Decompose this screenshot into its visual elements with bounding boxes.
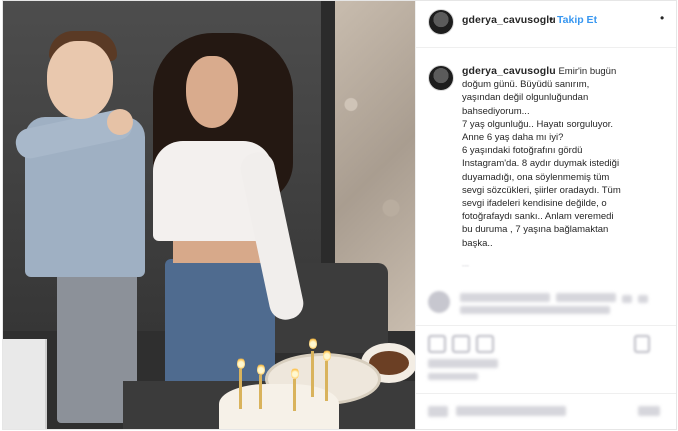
comment-input-divider xyxy=(416,393,676,394)
blurred-post-button[interactable] xyxy=(638,406,660,416)
photo-candle-flame xyxy=(323,349,331,361)
photo-woman-face xyxy=(186,56,238,128)
post-header: gderya_cavusoglu • Takip Et • xyxy=(416,1,676,48)
photo-cake xyxy=(219,384,339,429)
photo-woman-waist xyxy=(173,239,261,263)
photo-candle-flame xyxy=(309,337,317,349)
photo-heater xyxy=(3,339,47,429)
share-icon[interactable] xyxy=(476,335,494,353)
bookmark-icon[interactable] xyxy=(634,335,650,353)
blurred-comment-input-icon[interactable] xyxy=(428,406,448,417)
blurred-comment-input[interactable] xyxy=(456,406,566,416)
profile-avatar-icon[interactable] xyxy=(428,9,454,35)
follow-button[interactable]: Takip Et xyxy=(557,14,597,26)
photo-candle xyxy=(239,369,242,409)
blurred-like-icon xyxy=(622,295,632,303)
blurred-comment xyxy=(460,306,610,314)
blurred-post-date xyxy=(428,373,478,380)
blurred-comment xyxy=(460,293,550,302)
photo-candle xyxy=(311,351,314,397)
more-options-icon[interactable]: • xyxy=(660,11,665,25)
photo-boy-head xyxy=(47,41,113,119)
post-caption: gderya_cavusoglu Emir'in bugün doğum gün… xyxy=(462,65,672,250)
photo-candle xyxy=(293,379,296,411)
photo-candle-flame xyxy=(291,367,299,379)
blurred-like-icon xyxy=(638,295,648,303)
actions-divider xyxy=(416,325,676,326)
caption-text: Emir'in bugün doğum günü. Büyüdü sanırım… xyxy=(462,66,621,249)
photo-boy-hand xyxy=(107,109,133,135)
instagram-post-embed: gderya_cavusoglu • Takip Et • gderya_cav… xyxy=(2,0,677,430)
post-side-panel: gderya_cavusoglu • Takip Et • gderya_cav… xyxy=(415,1,676,429)
photo-candle xyxy=(325,361,328,401)
header-username[interactable]: gderya_cavusoglu xyxy=(462,14,556,26)
caption-username[interactable]: gderya_cavusoglu xyxy=(462,65,556,77)
blurred-likes-count xyxy=(428,359,498,368)
profile-avatar-icon[interactable] xyxy=(428,65,454,91)
blurred-comment xyxy=(556,293,616,302)
caption-timestamp: --- xyxy=(462,263,469,270)
post-photo[interactable] xyxy=(3,1,415,429)
photo-candle-flame xyxy=(237,357,245,369)
header-separator: • xyxy=(549,12,554,26)
photo-candle xyxy=(259,375,262,409)
blurred-avatar-icon xyxy=(428,291,450,313)
comment-icon[interactable] xyxy=(452,335,470,353)
photo-candle-flame xyxy=(257,363,265,375)
heart-icon[interactable] xyxy=(428,335,446,353)
